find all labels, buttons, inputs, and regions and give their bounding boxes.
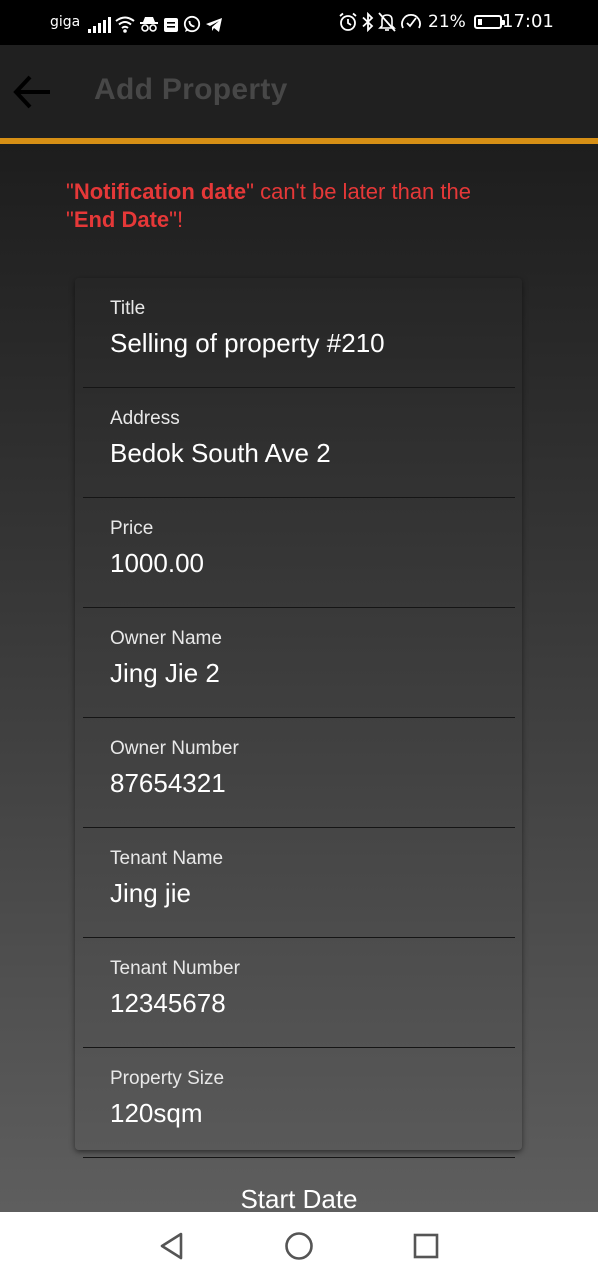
tenant-name-label: Tenant Name xyxy=(110,848,224,869)
status-left-icons xyxy=(88,11,223,33)
tenant-number-field[interactable]: Tenant Number 12345678 xyxy=(83,938,515,1048)
property-size-input[interactable]: 120sqm xyxy=(110,1098,203,1129)
property-form-card: Title Selling of property #210 Address B… xyxy=(75,278,522,1158)
owner-number-input[interactable]: 87654321 xyxy=(110,768,226,799)
nav-home-button[interactable] xyxy=(277,1226,321,1266)
system-nav-bar xyxy=(0,1212,598,1280)
app-bar: Add Property xyxy=(0,45,598,138)
title-input[interactable]: Selling of property #210 xyxy=(110,328,385,359)
do-not-disturb-icon xyxy=(378,12,396,32)
error-field-notification: Notification date xyxy=(73,179,247,204)
owner-name-label: Owner Name xyxy=(110,628,222,649)
address-input[interactable]: Bedok South Ave 2 xyxy=(110,438,331,469)
address-field[interactable]: Address Bedok South Ave 2 xyxy=(83,388,515,498)
nav-recents-button[interactable] xyxy=(404,1226,448,1266)
error-middle-text: " can't be later than the xyxy=(246,179,471,204)
owner-number-label: Owner Number xyxy=(110,738,239,759)
tenant-number-label: Tenant Number xyxy=(110,958,240,979)
price-input[interactable]: 1000.00 xyxy=(110,548,204,579)
signal-icon xyxy=(88,17,111,33)
error-quote: " xyxy=(66,207,74,232)
recents-square-icon xyxy=(413,1233,439,1259)
property-size-label: Property Size xyxy=(110,1068,225,1089)
alarm-icon xyxy=(339,12,357,31)
incognito-icon xyxy=(140,17,158,32)
carrier-name: giga xyxy=(50,14,81,30)
status-bar: giga 21% 17:01 xyxy=(0,0,598,45)
bluetooth-icon xyxy=(362,12,374,32)
page-title: Add Property xyxy=(94,73,288,106)
property-size-field[interactable]: Property Size 120sqm xyxy=(83,1048,515,1158)
data-saver-icon xyxy=(401,14,421,29)
owner-name-input[interactable]: Jing Jie 2 xyxy=(110,658,220,689)
battery-icon xyxy=(473,15,505,29)
price-label: Price xyxy=(110,518,154,539)
whatsapp-icon xyxy=(183,15,201,33)
address-label: Address xyxy=(110,408,180,429)
title-field[interactable]: Title Selling of property #210 xyxy=(83,278,515,388)
tenant-number-input[interactable]: 12345678 xyxy=(110,988,226,1019)
tenant-name-input[interactable]: Jing jie xyxy=(110,878,191,909)
title-label: Title xyxy=(110,298,146,319)
error-message: "Notification date" can't be later than … xyxy=(66,178,506,234)
telegram-icon xyxy=(206,18,222,32)
error-field-end-date: End Date xyxy=(73,207,170,232)
wifi-icon xyxy=(115,16,135,33)
error-quote: " xyxy=(66,179,74,204)
notification-icon xyxy=(164,18,178,32)
error-tail-text: "! xyxy=(169,207,184,232)
main-content[interactable]: "Notification date" can't be later than … xyxy=(0,144,598,1212)
home-circle-icon xyxy=(285,1232,313,1260)
nav-back-button[interactable] xyxy=(150,1226,194,1266)
status-time: 17:01 xyxy=(502,11,554,32)
status-right-icons: 21% xyxy=(338,11,505,33)
back-button[interactable] xyxy=(8,67,58,117)
owner-number-field[interactable]: Owner Number 87654321 xyxy=(83,718,515,828)
owner-name-field[interactable]: Owner Name Jing Jie 2 xyxy=(83,608,515,718)
back-triangle-icon xyxy=(160,1232,183,1260)
price-field[interactable]: Price 1000.00 xyxy=(83,498,515,608)
arrow-left-icon xyxy=(13,75,50,109)
tenant-name-field[interactable]: Tenant Name Jing jie xyxy=(83,828,515,938)
start-date-label[interactable]: Start Date xyxy=(0,1184,598,1212)
battery-percent: 21% xyxy=(428,12,466,32)
battery-level xyxy=(477,19,482,25)
